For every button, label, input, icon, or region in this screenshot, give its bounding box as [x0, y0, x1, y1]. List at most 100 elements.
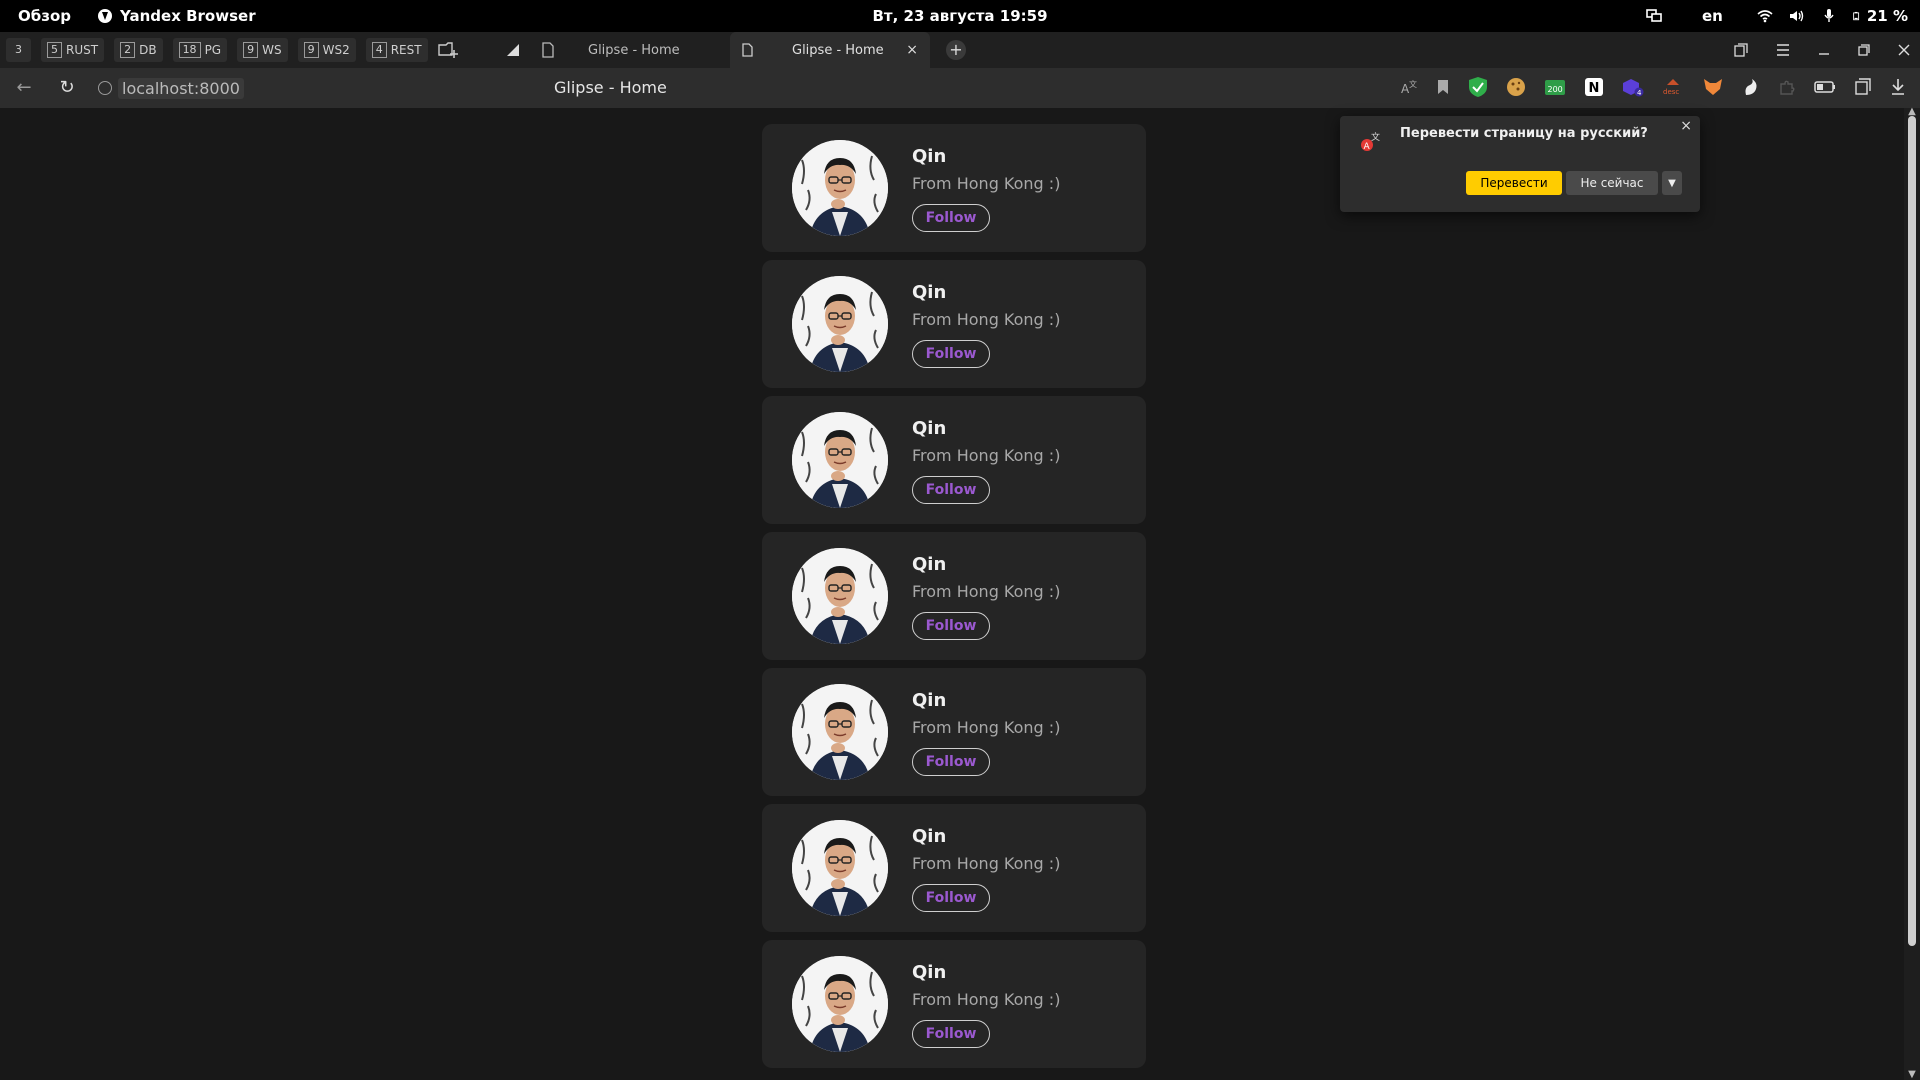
app-name: Yandex Browser: [120, 7, 256, 25]
avatar-image: [792, 276, 888, 372]
follow-button[interactable]: Follow: [912, 204, 990, 232]
pinned-tab-icon[interactable]: [505, 42, 521, 58]
system-tray[interactable]: en 21 %: [1646, 7, 1908, 25]
avatar-image: [792, 412, 888, 508]
follow-button[interactable]: Follow: [912, 748, 990, 776]
avatar[interactable]: [792, 548, 888, 644]
follow-button[interactable]: Follow: [912, 340, 990, 368]
adblock-shield-icon[interactable]: [1468, 76, 1488, 98]
close-popup-icon[interactable]: ×: [1680, 118, 1692, 134]
gnome-extension-icon[interactable]: [1742, 77, 1760, 97]
follow-button[interactable]: Follow: [912, 476, 990, 504]
user-card: Qin From Hong Kong :) Follow: [762, 260, 1146, 388]
browser-tab-bar: 3 5 RUST 2 DB 18 PG 9 WS 9 WS2 4 REST Glipse -…: [0, 32, 1920, 68]
battery-indicator: 21 %: [1853, 7, 1908, 25]
collections-icon[interactable]: [1854, 78, 1872, 96]
avatar[interactable]: [792, 412, 888, 508]
avatar[interactable]: [792, 956, 888, 1052]
avatar-image: [792, 140, 888, 236]
workspace-group[interactable]: 9 WS2: [297, 38, 356, 62]
chevron-down-icon[interactable]: ▼: [1662, 171, 1682, 195]
workspace-group[interactable]: 4 REST: [365, 38, 428, 62]
avatar[interactable]: [792, 140, 888, 236]
close-tab-icon[interactable]: ×: [906, 42, 918, 58]
bookmark-icon[interactable]: [1436, 79, 1450, 95]
cube-extension-icon[interactable]: 4: [1622, 77, 1644, 97]
url-field[interactable]: localhost:8000: [98, 77, 244, 99]
follow-button[interactable]: Follow: [912, 884, 990, 912]
keyboard-layout[interactable]: en: [1702, 7, 1723, 25]
not-now-button[interactable]: Не сейчас: [1566, 171, 1658, 195]
user-bio: From Hong Kong :): [912, 718, 1061, 737]
yandex-icon: [98, 9, 112, 23]
user-name[interactable]: Qin: [912, 146, 946, 167]
translate-icon[interactable]: A文: [1400, 78, 1418, 96]
tabs-overview-icon[interactable]: [1734, 43, 1748, 57]
workspace-group[interactable]: 18 PG: [172, 38, 228, 62]
user-name[interactable]: Qin: [912, 690, 946, 711]
page-icon: [742, 43, 753, 57]
clock[interactable]: Вт, 23 августа 19:59: [0, 7, 1920, 25]
site-info-icon[interactable]: [98, 81, 112, 95]
user-name[interactable]: Qin: [912, 826, 946, 847]
user-name[interactable]: Qin: [912, 962, 946, 983]
avatar-image: [792, 956, 888, 1052]
svg-text:A: A: [1364, 142, 1371, 152]
puzzle-extension-icon[interactable]: [1778, 78, 1796, 96]
svg-text:文: 文: [1371, 131, 1380, 143]
page-title: Glipse - Home: [554, 78, 667, 97]
tab-glipse-home-active[interactable]: Glipse - Home ×: [730, 32, 930, 68]
new-tab-button[interactable]: +: [946, 40, 966, 60]
download-icon[interactable]: [1890, 78, 1906, 96]
workspace-group[interactable]: 3: [6, 38, 31, 62]
url-text[interactable]: localhost:8000: [118, 77, 244, 99]
user-name[interactable]: Qin: [912, 282, 946, 303]
avatar[interactable]: [792, 684, 888, 780]
follow-button[interactable]: Follow: [912, 1020, 990, 1048]
minimize-icon[interactable]: [1818, 44, 1830, 56]
workspace-group[interactable]: 9 WS: [237, 38, 288, 62]
user-name[interactable]: Qin: [912, 418, 946, 439]
cookie-icon[interactable]: [1506, 77, 1526, 97]
new-workspace-icon[interactable]: [437, 41, 458, 59]
back-icon[interactable]: ←: [14, 78, 34, 98]
address-bar: ← ↻ localhost:8000 Glipse - Home A文 200 …: [0, 68, 1920, 108]
menu-icon[interactable]: [1776, 44, 1790, 56]
window-controls: [1734, 32, 1910, 68]
avatar-image: [792, 820, 888, 916]
workspace-tab-groups: 3 5 RUST 2 DB 18 PG 9 WS 9 WS2 4 REST: [6, 38, 458, 62]
activities-button[interactable]: Обзор: [18, 7, 71, 25]
user-bio: From Hong Kong :): [912, 990, 1061, 1009]
workspace-group[interactable]: 5 RUST: [41, 38, 105, 62]
tab-glipse-home[interactable]: Glipse - Home: [576, 32, 726, 68]
app-menu[interactable]: Yandex Browser: [98, 7, 256, 25]
screens-icon[interactable]: [1646, 9, 1662, 23]
close-window-icon[interactable]: [1898, 44, 1910, 56]
avatar[interactable]: [792, 276, 888, 372]
tab-title: Glipse - Home: [792, 42, 884, 58]
system-top-bar: Обзор Yandex Browser Вт, 23 августа 19:5…: [0, 0, 1920, 32]
user-name[interactable]: Qin: [912, 554, 946, 575]
status-200-icon[interactable]: 200: [1544, 77, 1566, 97]
avatar[interactable]: [792, 820, 888, 916]
user-card: Qin From Hong Kong :) Follow: [762, 804, 1146, 932]
microphone-icon: [1824, 9, 1834, 22]
svg-text:文: 文: [1409, 79, 1417, 89]
tab-title: Glipse - Home: [588, 42, 680, 58]
page-scrollbar[interactable]: ▲ ▼: [1904, 106, 1920, 1080]
user-bio: From Hong Kong :): [912, 854, 1061, 873]
scrollbar-thumb[interactable]: [1908, 116, 1916, 946]
restore-icon[interactable]: [1858, 44, 1870, 56]
page-icon: [542, 42, 554, 58]
notion-icon[interactable]: N: [1584, 77, 1604, 97]
battery-percent: 21 %: [1866, 7, 1908, 25]
metamask-fox-icon[interactable]: [1702, 77, 1724, 97]
reload-icon[interactable]: ↻: [57, 78, 77, 98]
user-bio: From Hong Kong :): [912, 310, 1061, 329]
battery-saver-icon[interactable]: [1814, 80, 1836, 94]
follow-button[interactable]: Follow: [912, 612, 990, 640]
translate-button[interactable]: Перевести: [1466, 171, 1562, 195]
desc-extension-icon[interactable]: desc: [1662, 77, 1684, 97]
workspace-group[interactable]: 2 DB: [114, 38, 163, 62]
scroll-down-icon[interactable]: ▼: [1907, 1069, 1917, 1080]
